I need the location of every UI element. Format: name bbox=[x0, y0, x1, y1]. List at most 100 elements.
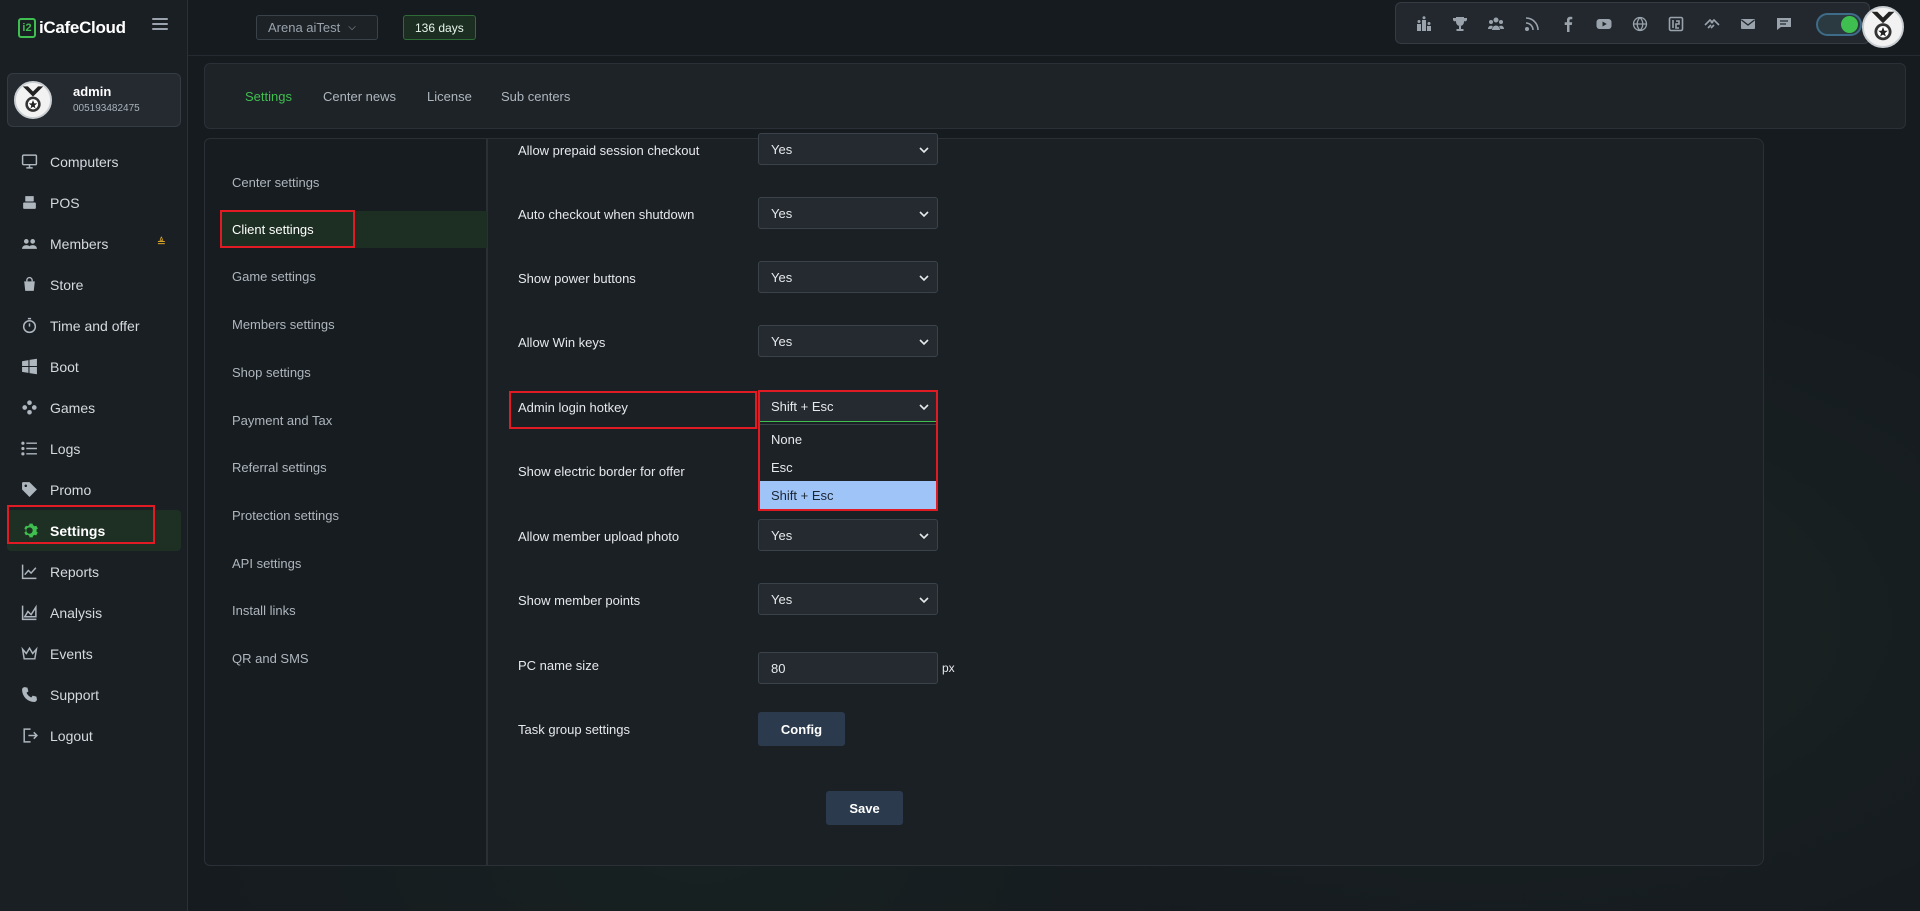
sidebar-item-label: Members bbox=[50, 235, 109, 252]
community-icon[interactable] bbox=[1478, 12, 1514, 36]
sidebar-item-reports[interactable]: Reports bbox=[0, 551, 188, 592]
tab-settings[interactable]: Settings bbox=[245, 89, 292, 104]
label-show-power-buttons: Show power buttons bbox=[518, 271, 636, 286]
sub-item-api-settings[interactable]: API settings bbox=[232, 556, 301, 571]
option-esc[interactable]: Esc bbox=[759, 453, 937, 481]
sidebar-item-games[interactable]: Games bbox=[0, 387, 188, 428]
windows-icon bbox=[20, 358, 38, 376]
chevron-down-icon: ⌵ bbox=[348, 22, 356, 33]
sidebar-item-logout[interactable]: Logout bbox=[0, 715, 188, 756]
chevron-down-icon bbox=[919, 335, 929, 346]
sub-item-center-settings[interactable]: Center settings bbox=[232, 175, 319, 190]
chevron-down-icon bbox=[919, 143, 929, 154]
sub-item-client-settings[interactable]: Client settings bbox=[221, 211, 487, 248]
facebook-icon[interactable] bbox=[1550, 12, 1586, 36]
sidebar-item-label: Boot bbox=[50, 358, 79, 375]
top-avatar[interactable] bbox=[1862, 6, 1904, 48]
sidebar-item-time-and-offer[interactable]: Time and offer bbox=[0, 305, 188, 346]
sub-item-shop-settings[interactable]: Shop settings bbox=[232, 365, 311, 380]
select-value: Yes bbox=[771, 527, 793, 543]
hotkey-dropdown-list: None Esc Shift + Esc bbox=[758, 424, 938, 510]
sidebar-item-members[interactable]: Members ≜ bbox=[0, 223, 188, 264]
select-value: Yes bbox=[771, 591, 793, 607]
center-select[interactable]: Arena aiTest ⌵ bbox=[256, 15, 378, 40]
avatar bbox=[14, 81, 52, 119]
sidebar-item-store[interactable]: Store bbox=[0, 264, 188, 305]
line-chart-icon bbox=[20, 563, 38, 581]
sub-item-payment-and-tax[interactable]: Payment and Tax bbox=[232, 413, 332, 428]
leaderboard-icon[interactable] bbox=[1406, 12, 1442, 36]
icafe-icon[interactable] bbox=[1658, 12, 1694, 36]
sidebar-item-computers[interactable]: Computers bbox=[0, 141, 188, 182]
trophy-icon[interactable] bbox=[1442, 12, 1478, 36]
topbar: Arena aiTest ⌵ 136 days bbox=[188, 0, 1920, 56]
sidebar-item-label: Settings bbox=[50, 522, 106, 539]
sidebar-item-events[interactable]: Events bbox=[0, 633, 188, 674]
chevron-down-icon bbox=[919, 207, 929, 218]
gamepad-icon bbox=[20, 399, 38, 417]
sub-item-members-settings[interactable]: Members settings bbox=[232, 317, 335, 332]
save-button[interactable]: Save bbox=[826, 791, 903, 825]
profile-card[interactable]: admin 005193482475 bbox=[7, 73, 181, 127]
sidebar-item-label: Games bbox=[50, 399, 96, 416]
youtube-icon[interactable] bbox=[1586, 12, 1622, 36]
sidebar-item-label: Promo bbox=[50, 481, 92, 498]
members-badge-icon: ≜ bbox=[156, 237, 166, 249]
sidebar-item-analysis[interactable]: Analysis bbox=[0, 592, 188, 633]
sidebar-item-promo[interactable]: Promo bbox=[0, 469, 188, 510]
stopwatch-icon bbox=[20, 317, 38, 335]
theme-toggle[interactable] bbox=[1816, 13, 1862, 36]
option-none[interactable]: None bbox=[759, 425, 937, 453]
select-allow-win-keys[interactable]: Yes bbox=[758, 325, 938, 357]
chevron-down-icon bbox=[919, 271, 929, 282]
select-allow-prepaid-session-checkout[interactable]: Yes bbox=[758, 133, 938, 165]
tab-center-news[interactable]: Center news bbox=[323, 89, 396, 104]
select-admin-login-hotkey[interactable]: Shift + Esc bbox=[758, 390, 938, 422]
label-allow-member-upload-photo: Allow member upload photo bbox=[518, 529, 680, 544]
label-pc-name-size: PC name size bbox=[518, 658, 599, 673]
sidebar-item-settings[interactable]: Settings bbox=[7, 510, 181, 551]
label-show-electric-border-for-offer: Show electric border for offer bbox=[518, 464, 685, 479]
sidebar-item-support[interactable]: Support bbox=[0, 674, 188, 715]
phone-icon bbox=[20, 686, 38, 704]
cash-register-icon bbox=[20, 194, 38, 212]
sidebar-item-logs[interactable]: Logs bbox=[0, 428, 188, 469]
sub-item-game-settings[interactable]: Game settings bbox=[232, 269, 316, 284]
hamburger-menu-icon[interactable] bbox=[152, 18, 168, 32]
sub-item-protection-settings[interactable]: Protection settings bbox=[232, 508, 339, 523]
option-shift-esc[interactable]: Shift + Esc bbox=[759, 481, 937, 509]
sidebar-item-boot[interactable]: Boot bbox=[0, 346, 188, 387]
select-value: Yes bbox=[771, 141, 793, 157]
tab-license[interactable]: License bbox=[427, 89, 472, 104]
sidebar-item-label: Support bbox=[50, 686, 100, 703]
handshake-icon[interactable] bbox=[1694, 12, 1730, 36]
bag-icon bbox=[20, 276, 38, 294]
sub-item-qr-and-sms[interactable]: QR and SMS bbox=[232, 651, 309, 666]
sidebar-item-label: Reports bbox=[50, 563, 100, 580]
label-task-group-settings: Task group settings bbox=[518, 722, 631, 737]
mail-icon[interactable] bbox=[1730, 12, 1766, 36]
app-logo[interactable]: i2 iCafeCloud bbox=[18, 16, 126, 40]
rss-icon[interactable] bbox=[1514, 12, 1550, 36]
config-button[interactable]: Config bbox=[758, 712, 845, 746]
globe-icon[interactable] bbox=[1622, 12, 1658, 36]
select-auto-checkout-when-shutdown[interactable]: Yes bbox=[758, 197, 938, 229]
pc-name-size-input[interactable]: 80 bbox=[758, 652, 938, 684]
chat-icon[interactable] bbox=[1766, 12, 1802, 36]
sub-item-install-links[interactable]: Install links bbox=[232, 603, 296, 618]
tab-sub-centers[interactable]: Sub centers bbox=[501, 89, 570, 104]
monitor-icon bbox=[20, 153, 38, 171]
select-allow-member-upload-photo[interactable]: Yes bbox=[758, 519, 938, 551]
label-admin-login-hotkey: Admin login hotkey bbox=[518, 400, 628, 415]
list-icon bbox=[20, 440, 38, 458]
sidebar-item-pos[interactable]: POS bbox=[0, 182, 188, 223]
select-show-member-points[interactable]: Yes bbox=[758, 583, 938, 615]
select-show-power-buttons[interactable]: Yes bbox=[758, 261, 938, 293]
pc-name-size-unit: px bbox=[942, 661, 955, 675]
license-days-badge: 136 days bbox=[403, 15, 476, 40]
sidebar-item-label: Analysis bbox=[50, 604, 103, 621]
logout-icon bbox=[20, 727, 38, 745]
user-name: admin bbox=[73, 84, 112, 99]
users-icon bbox=[20, 235, 38, 253]
sub-item-referral-settings[interactable]: Referral settings bbox=[232, 460, 327, 475]
